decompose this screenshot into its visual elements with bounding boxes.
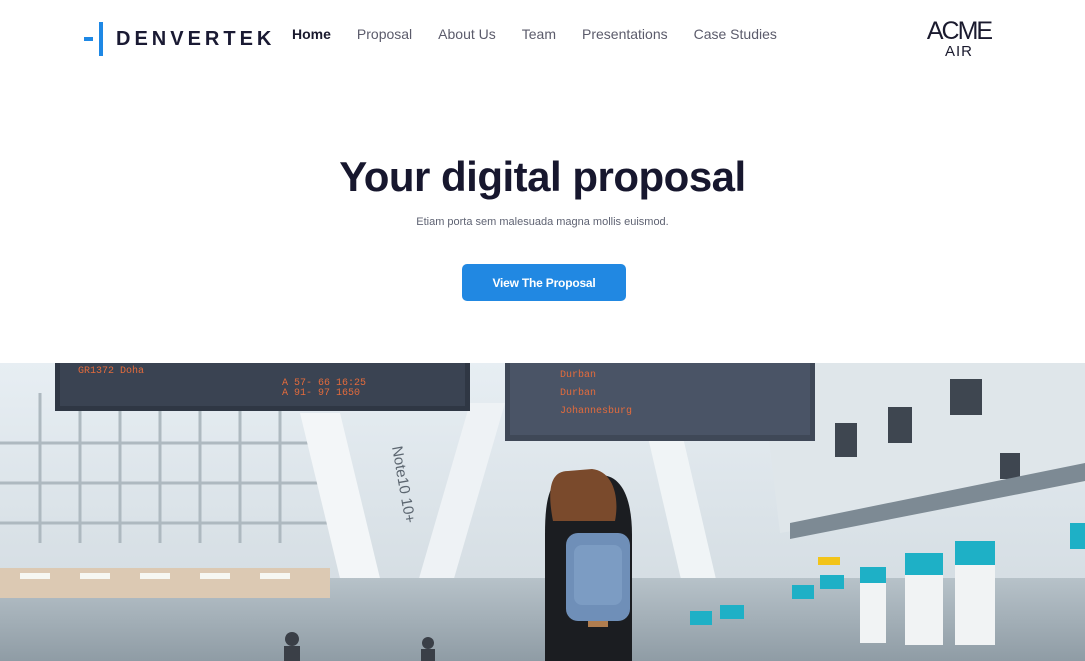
hero-subtitle: Etiam porta sem malesuada magna mollis e… [416,216,669,228]
partner-logo: ACME AIR [922,18,996,60]
board-left-row-1: GR1372 Doha [78,365,144,377]
board-center-row-1: Durban [560,369,596,381]
nav-about-us[interactable]: About Us [438,26,496,42]
main-nav: Home Proposal About Us Team Presentation… [292,26,777,42]
board-center-row-2: Durban [560,387,596,399]
nav-presentations[interactable]: Presentations [582,26,668,42]
nav-proposal[interactable]: Proposal [357,26,412,42]
hero-section: Your digital proposal Etiam porta sem ma… [0,76,1085,363]
partner-logo-line2: AIR [944,43,973,60]
airport-hero-image: GR1372 Doha A 57- 66 16:25 A 91- 97 1650… [0,363,1085,661]
partner-logo-line1: ACME [926,17,993,45]
nav-home[interactable]: Home [292,26,331,42]
hero-title: Your digital proposal [339,153,746,200]
brand-logo[interactable]: DENVERTEK [84,20,275,58]
brand-name: DENVERTEK [116,27,276,50]
view-proposal-button[interactable]: View The Proposal [462,264,626,301]
brand-mark-icon [84,20,106,58]
board-left-row-3: A 91- 97 1650 [282,388,360,399]
board-center-row-3: Johannesburg [560,405,632,417]
site-header: DENVERTEK Home Proposal About Us Team Pr… [0,0,1085,76]
nav-team[interactable]: Team [522,26,556,42]
nav-case-studies[interactable]: Case Studies [694,26,777,42]
